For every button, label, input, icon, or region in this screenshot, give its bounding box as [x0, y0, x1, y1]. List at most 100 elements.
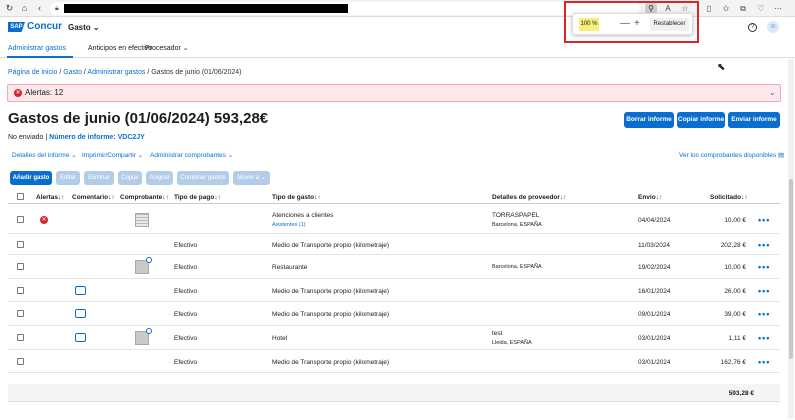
refresh-icon[interactable]: ↻ — [3, 2, 16, 15]
select-all-checkbox[interactable] — [17, 193, 24, 200]
combine-expenses-button[interactable]: Combinar gastos — [177, 171, 229, 185]
breadcrumb-current: Gastos de junio (01/06/2024) — [151, 69, 242, 76]
expense-date: 03/01/2024 — [638, 359, 671, 366]
report-number: Número de informe: VDC2JY — [49, 134, 145, 141]
tab-manage-expenses[interactable]: Administrar gastos — [8, 44, 66, 53]
add-expense-button[interactable]: Añadir gasto — [10, 171, 52, 185]
column-expense-type[interactable]: Tipo de gasto↓↑ — [272, 193, 321, 202]
chevron-down-icon: ⌄ — [137, 152, 144, 159]
table-row[interactable]: ✕ Atenciones a clientes Asistentes (1) TORR… — [8, 205, 780, 234]
address-bar[interactable]: 🔒︎ — [50, 2, 640, 15]
zoom-out-button[interactable]: — — [620, 17, 630, 31]
row-checkbox[interactable] — [17, 263, 24, 270]
more-actions-icon[interactable]: ••• — [758, 216, 770, 225]
assign-button[interactable]: Asignar — [146, 171, 173, 185]
column-alerts[interactable]: Alertas↓↑ — [36, 193, 65, 202]
sort-icon: ↓↑ — [314, 194, 321, 201]
column-date[interactable]: Envío↓↑ — [638, 193, 662, 202]
split-screen-icon[interactable]: ▯ — [703, 2, 715, 15]
table-row[interactable]: Efectivo Hotel test Lleida, ESPAÑA 03/01/202… — [8, 326, 780, 350]
expense-amount: 202,28 € — [720, 242, 746, 249]
active-tab-indicator — [7, 56, 73, 58]
table-row[interactable]: Efectivo Restaurante Barcelona, ESPAÑA 19/0… — [8, 255, 780, 279]
view-receipts-link[interactable]: Ver los comprobantes disponibles ▤ — [679, 151, 784, 160]
more-actions-icon[interactable]: ••• — [758, 263, 770, 272]
lock-icon: 🔒︎ — [55, 5, 59, 12]
column-comment[interactable]: Comentario↓↑ — [72, 193, 115, 202]
column-payment-type[interactable]: Tipo de pago↓↑ — [174, 193, 221, 202]
sap-logo: SAP — [8, 22, 25, 32]
more-actions-icon[interactable]: ••• — [758, 287, 770, 296]
extensions-icon[interactable]: ♡ — [755, 2, 767, 15]
row-checkbox[interactable] — [17, 310, 24, 317]
column-receipt[interactable]: Comprobante↓↑ — [120, 193, 169, 202]
print-share-menu[interactable]: Imprimir/Compartir ⌄ — [82, 151, 143, 160]
row-checkbox[interactable] — [17, 334, 24, 341]
report-details-menu[interactable]: Detalles del informe ⌄ — [12, 151, 77, 160]
table-row[interactable]: Efectivo Medio de Transporte propio (kilo… — [8, 234, 780, 255]
comment-icon[interactable] — [75, 286, 86, 295]
receipt-thumbnail[interactable] — [135, 257, 152, 274]
breadcrumb-manage[interactable]: Administrar gastos — [87, 69, 145, 76]
scroll-thumb[interactable] — [789, 179, 793, 359]
payment-type: Efectivo — [174, 288, 198, 295]
table-row[interactable]: Efectivo Medio de Transporte propio (kilo… — [8, 302, 780, 326]
breadcrumb-expense[interactable]: Gasto — [63, 69, 82, 76]
move-to-button[interactable]: Mover a ⌄ — [233, 171, 270, 185]
column-vendor[interactable]: Detalles de proveedor↓↑ — [492, 193, 566, 202]
breadcrumb-home[interactable]: Página de inicio — [8, 69, 57, 76]
alert-bar[interactable]: ✕ Alertas: 12 ⌄ — [7, 84, 781, 102]
chevron-down-icon[interactable]: ⌄ — [769, 87, 776, 99]
table-row[interactable]: Efectivo Medio de Transporte propio (kilo… — [8, 279, 780, 302]
menu-icon[interactable]: ⋯ — [772, 2, 784, 15]
more-actions-icon[interactable]: ••• — [758, 310, 770, 319]
chevron-down-icon: ⌄ — [92, 23, 100, 32]
scrollbar[interactable] — [788, 59, 794, 419]
row-checkbox[interactable] — [17, 241, 24, 248]
total-amount: 593,28 € — [728, 390, 754, 397]
delete-button[interactable]: Eliminar — [84, 171, 114, 185]
back-icon[interactable]: ‹ — [33, 2, 46, 15]
concur-logo: Concur — [27, 21, 62, 32]
comment-icon[interactable] — [75, 309, 86, 318]
home-icon[interactable]: ⌂ — [18, 2, 31, 15]
zoom-in-button[interactable]: + — [634, 17, 640, 31]
help-icon[interactable]: ? — [748, 23, 757, 32]
tab-cash-advances[interactable]: Anticipos en efectivo — [88, 44, 152, 53]
module-menu[interactable]: Gasto ⌄ — [68, 22, 100, 33]
page-title: Gastos de junio (01/06/2024) 593,28€ — [8, 110, 269, 127]
column-amount[interactable]: Solicitado↓↑ — [710, 193, 748, 202]
receipt-thumbnail[interactable] — [135, 213, 149, 227]
favorites-icon[interactable]: ✩ — [720, 2, 732, 15]
submit-report-button[interactable]: Enviar informe — [728, 112, 780, 128]
vendor-location: Barcelona, ESPAÑA — [492, 222, 542, 228]
expense-date: 16/01/2024 — [638, 288, 671, 295]
zoom-reset-button[interactable]: Restablecer — [650, 18, 689, 31]
manage-receipts-menu[interactable]: Administrar comprobantes ⌄ — [150, 151, 233, 160]
expense-amount: 26,00 € — [724, 288, 746, 295]
payment-type: Efectivo — [174, 311, 198, 318]
more-actions-icon[interactable]: ••• — [758, 241, 770, 250]
collections-icon[interactable]: ⧉ — [737, 2, 749, 15]
more-actions-icon[interactable]: ••• — [758, 358, 770, 367]
payment-type: Efectivo — [174, 242, 198, 249]
copy-report-button[interactable]: Copiar informe — [677, 112, 725, 128]
report-status: No enviado | Número de informe: VDC2JY — [8, 134, 145, 141]
copy-button[interactable]: Copiar — [118, 171, 142, 185]
user-profile-icon[interactable]: ☺ — [767, 21, 779, 33]
receipt-thumbnail[interactable] — [135, 328, 152, 345]
edit-button[interactable]: Editar — [56, 171, 80, 185]
table-row[interactable]: Efectivo Medio de Transporte propio (kilo… — [8, 350, 780, 373]
more-actions-icon[interactable]: ••• — [758, 334, 770, 343]
row-checkbox[interactable] — [17, 287, 24, 294]
attendees-link[interactable]: Asistentes (1) — [272, 221, 306, 230]
error-icon[interactable]: ✕ — [40, 216, 48, 224]
row-checkbox[interactable] — [17, 216, 24, 223]
row-checkbox[interactable] — [17, 358, 24, 365]
tab-approver[interactable]: Procesador ⌄ — [145, 44, 189, 53]
expense-type: Restaurante — [272, 264, 308, 271]
expense-date: 04/04/2024 — [638, 217, 671, 224]
comment-icon[interactable] — [75, 333, 86, 342]
delete-report-button[interactable]: Borrar informe — [624, 112, 674, 128]
expense-type: Medio de Transporte propio (kilometraje) — [272, 359, 390, 366]
